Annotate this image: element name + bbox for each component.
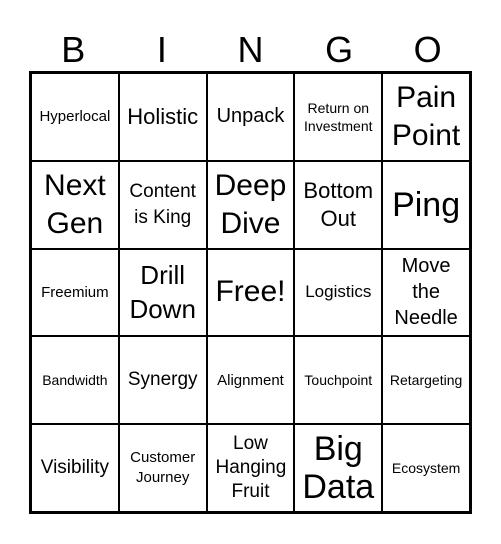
cell-text: Deep Dive	[214, 168, 287, 240]
bingo-cell[interactable]: Customer Journey	[118, 424, 207, 512]
cell-text: Visibility	[40, 457, 110, 479]
cell-text: Return on Investment	[304, 99, 373, 134]
header-letter-n: N	[237, 29, 264, 70]
bingo-cell[interactable]: Low Hanging Fruit	[206, 424, 295, 512]
bingo-cell[interactable]: Deep Dive	[206, 160, 295, 249]
bingo-header: B I N G O	[29, 28, 472, 72]
bingo-cell[interactable]: Drill Down	[118, 248, 207, 337]
cell-text: Ecosystem	[391, 460, 461, 477]
header-letter-g: G	[325, 29, 354, 70]
header-letter-i: I	[156, 29, 167, 70]
cell-text: Ping	[392, 185, 461, 224]
cell-text: Low Hanging Fruit	[215, 433, 287, 503]
bingo-cell[interactable]: Content is King	[118, 160, 207, 249]
cell-text: Bottom Out	[303, 177, 374, 231]
cell-text: Logistics	[305, 282, 372, 302]
bingo-cell[interactable]: Bandwidth	[31, 336, 119, 425]
bingo-cell[interactable]: Ping	[382, 160, 470, 249]
cell-text: Free!	[215, 275, 286, 309]
bingo-cell[interactable]: Hyperlocal	[31, 73, 119, 161]
cell-text: Freemium	[41, 283, 109, 301]
cell-text: Big Data	[302, 430, 375, 507]
bingo-cell[interactable]: Free!	[206, 248, 295, 337]
cell-text: Content is King	[129, 180, 196, 228]
bingo-cell[interactable]: Return on Investment	[294, 73, 383, 161]
bingo-cell[interactable]: Next Gen	[31, 160, 119, 249]
cell-text: Retargeting	[389, 372, 463, 389]
header-letter-b: B	[61, 29, 86, 70]
cell-text: Hyperlocal	[39, 108, 111, 126]
bingo-cell[interactable]: Logistics	[294, 248, 383, 337]
bingo-cell[interactable]: Move the Needle	[382, 248, 470, 337]
bingo-grid: Hyperlocal Holistic Unpack Return on Inv…	[29, 71, 472, 514]
bingo-cell[interactable]: Big Data	[294, 424, 383, 512]
cell-text: Holistic	[127, 103, 199, 129]
bingo-cell[interactable]: Unpack	[206, 73, 295, 161]
bingo-cell[interactable]: Visibility	[31, 424, 119, 512]
bingo-cell[interactable]: Touchpoint	[294, 336, 383, 425]
cell-text: Bandwidth	[42, 372, 108, 389]
bingo-cell[interactable]: Synergy	[118, 336, 207, 425]
cell-text: Unpack	[216, 105, 285, 128]
cell-text: Alignment	[217, 371, 284, 389]
bingo-cell[interactable]: Ecosystem	[382, 424, 470, 512]
header-letter-o: O	[413, 29, 442, 70]
bingo-cell[interactable]: Retargeting	[382, 336, 470, 425]
cell-text: Drill Down	[129, 260, 196, 325]
bingo-cell[interactable]: Alignment	[206, 336, 295, 425]
cell-text: Customer Journey	[130, 449, 196, 487]
bingo-cell[interactable]: Pain Point	[382, 73, 470, 161]
cell-text: Synergy	[127, 369, 198, 391]
cell-text: Next Gen	[44, 168, 106, 240]
bingo-cell[interactable]: Freemium	[31, 248, 119, 337]
cell-text: Touchpoint	[304, 372, 373, 389]
bingo-cell[interactable]: Holistic	[118, 73, 207, 161]
cell-text: Pain Point	[391, 80, 461, 152]
bingo-cell[interactable]: Bottom Out	[294, 160, 383, 249]
cell-text: Move the Needle	[394, 255, 458, 330]
